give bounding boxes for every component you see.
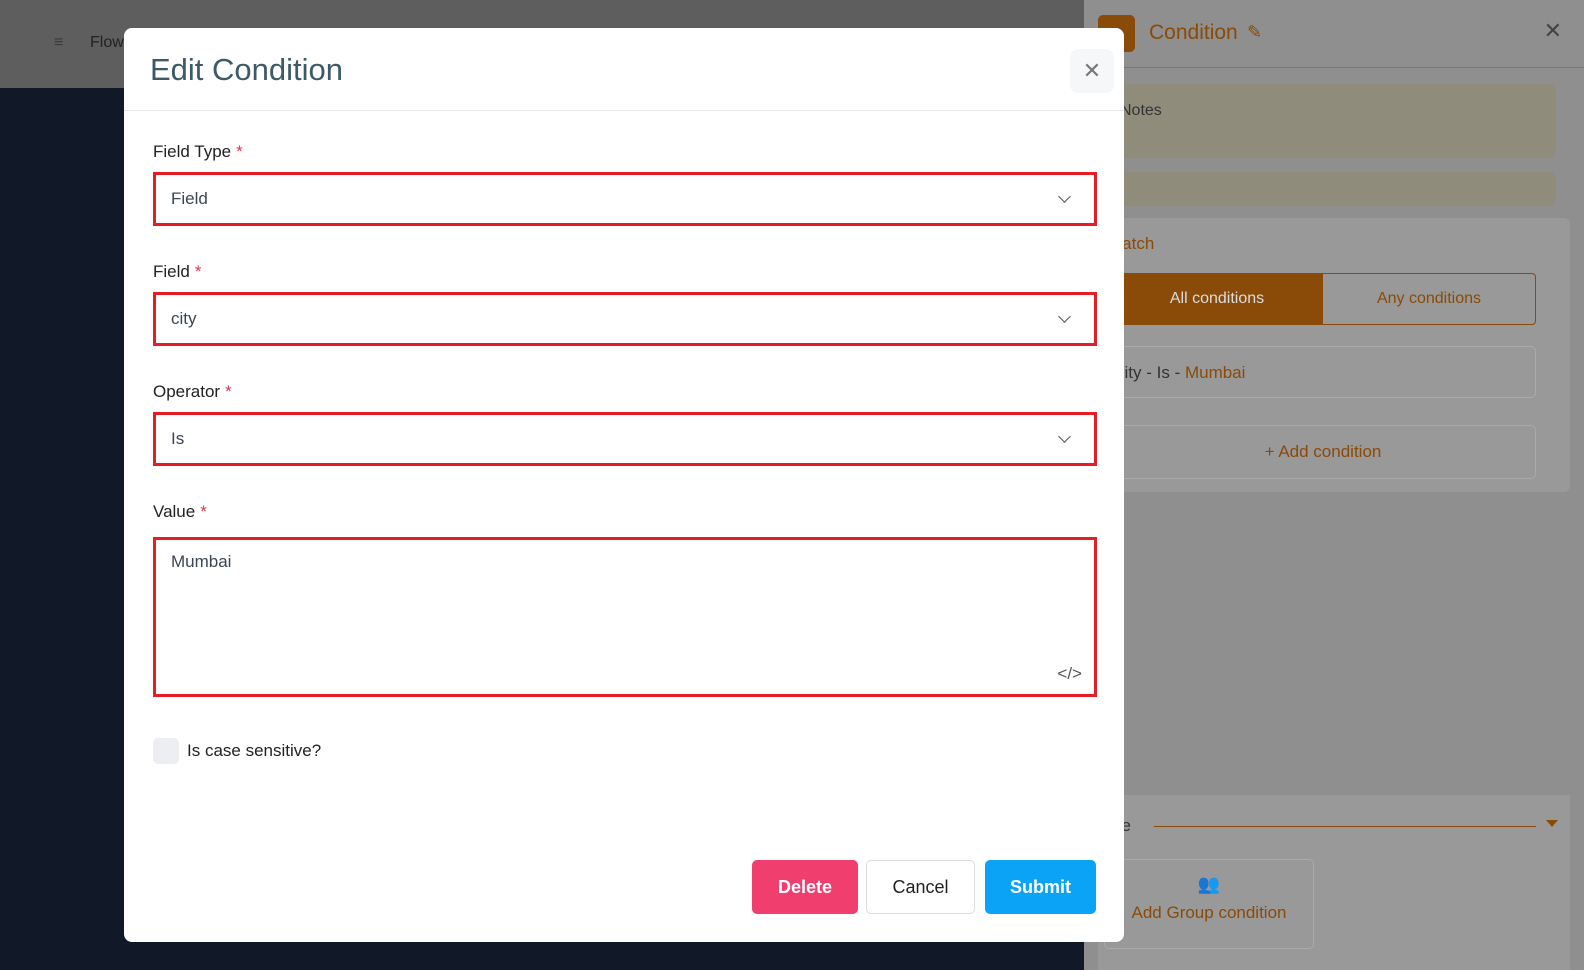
chevron-down-icon: [1058, 430, 1071, 443]
label-text: Field: [153, 262, 190, 281]
add-condition-button[interactable]: + Add condition: [1110, 425, 1536, 479]
submit-button[interactable]: Submit: [985, 860, 1096, 914]
close-icon[interactable]: ✕: [1544, 18, 1562, 44]
close-icon: ✕: [1082, 58, 1102, 83]
field-type-label: Field Type *: [153, 142, 243, 162]
users-icon: 👥: [1197, 874, 1221, 894]
panel-title: Condition: [1149, 21, 1238, 44]
match-toggle: All conditions Any conditions: [1110, 273, 1536, 325]
add-group-condition-button[interactable]: 👥 Add Group condition: [1104, 859, 1314, 949]
label-text: Value: [153, 502, 196, 521]
case-sensitive-checkbox[interactable]: [153, 738, 179, 764]
field-select[interactable]: city: [153, 292, 1097, 346]
value-textarea[interactable]: Mumbai </>: [153, 537, 1097, 697]
modal-title: Edit Condition: [150, 52, 344, 87]
separator: -: [1169, 363, 1185, 382]
notes-textarea-2[interactable]: [1110, 172, 1556, 206]
label-text: Field Type: [153, 142, 232, 161]
required-mark: *: [194, 262, 202, 281]
all-conditions-tab[interactable]: All conditions: [1111, 274, 1323, 324]
operator-select[interactable]: Is: [153, 412, 1097, 466]
field-type-select[interactable]: Field: [153, 172, 1097, 226]
code-icon[interactable]: </>: [1057, 664, 1082, 684]
close-modal-button[interactable]: ✕: [1070, 49, 1114, 93]
condition-value: Mumbai: [1184, 363, 1246, 382]
app-name: Flow: [90, 34, 124, 51]
condition-operator: Is: [1156, 363, 1170, 382]
flow-logo-icon: ≡: [54, 34, 64, 51]
label-text: Operator: [153, 382, 221, 401]
panel-header: Condition ✎ ✕: [1084, 0, 1584, 68]
notes-textarea[interactable]: Notes: [1110, 84, 1556, 158]
value-text: Mumbai: [171, 552, 232, 571]
selected-value: Is: [171, 429, 185, 448]
edit-condition-modal: Edit Condition ✕ Field Type * Field Field…: [124, 28, 1124, 942]
modal-header: Edit Condition ✕: [124, 28, 1124, 111]
required-mark: *: [225, 382, 232, 401]
any-conditions-tab[interactable]: Any conditions: [1323, 274, 1535, 324]
condition-side-panel: Condition ✎ ✕ Notes match All conditions…: [1084, 0, 1584, 970]
delete-button[interactable]: Delete: [752, 860, 858, 914]
required-mark: *: [236, 142, 243, 161]
selected-value: city: [171, 309, 197, 328]
separator: -: [1141, 363, 1157, 382]
pencil-icon[interactable]: ✎: [1247, 22, 1262, 43]
required-mark: *: [200, 502, 207, 521]
cancel-button[interactable]: Cancel: [866, 860, 975, 914]
selected-value: Field: [171, 189, 208, 208]
add-group-label: Add Group condition: [1131, 903, 1287, 922]
value-label: Value *: [153, 502, 207, 522]
chevron-down-icon: [1058, 190, 1071, 203]
case-sensitive-label[interactable]: Is case sensitive?: [187, 741, 321, 761]
field-label: Field *: [153, 262, 201, 282]
condition-item[interactable]: city - Is - Mumbai: [1110, 346, 1536, 398]
divider: [1154, 826, 1536, 827]
chevron-down-icon: [1058, 310, 1071, 323]
caret-down-icon[interactable]: [1546, 820, 1558, 827]
operator-label: Operator *: [153, 382, 232, 402]
